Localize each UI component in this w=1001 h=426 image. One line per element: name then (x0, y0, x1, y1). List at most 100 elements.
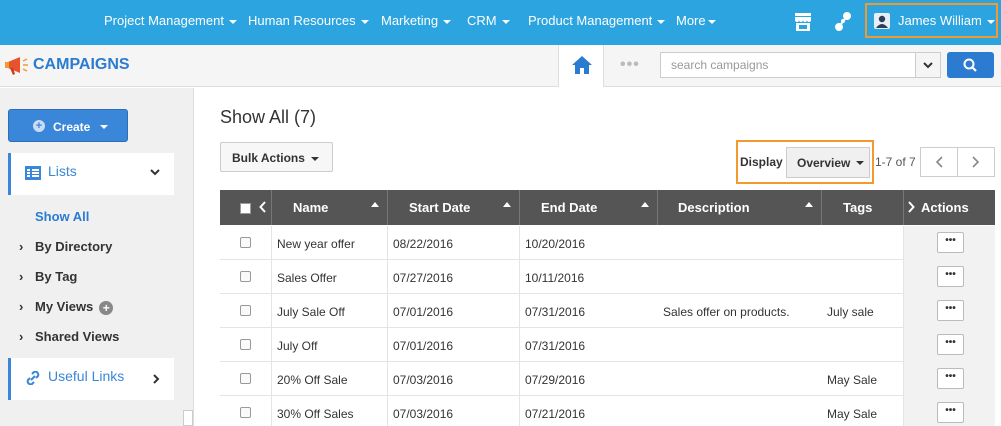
row-checkbox[interactable] (240, 407, 251, 418)
row-actions-button[interactable]: ••• (937, 334, 964, 355)
more-options-icon[interactable]: ••• (620, 56, 640, 74)
user-avatar-icon (874, 13, 890, 29)
row-checkbox[interactable] (240, 373, 251, 384)
column-header-label: Description (678, 200, 750, 215)
description-cell (658, 362, 822, 396)
select-all-column (220, 190, 272, 225)
nav-label: CRM (467, 13, 497, 28)
chevron-right-icon: › (19, 299, 24, 314)
table-row[interactable]: 20% Off Sale 07/03/2016 07/29/2016 May S… (220, 362, 995, 396)
row-select-cell (220, 328, 272, 362)
caret-down-icon (311, 157, 319, 161)
nav-item-project-management[interactable]: Project Management (104, 13, 237, 28)
cell-value: 07/01/2016 (393, 305, 454, 319)
search-input[interactable] (660, 52, 916, 78)
display-selector: Display Overview (736, 140, 874, 184)
cell-value: July Off (277, 339, 318, 353)
search-button[interactable] (947, 52, 994, 78)
column-header-name[interactable]: Name (272, 190, 388, 225)
pagination-info: 1-7 of 7 (875, 155, 916, 169)
row-checkbox[interactable] (240, 237, 251, 248)
table-row[interactable]: July Off 07/01/2016 07/31/2016 ••• (220, 328, 995, 362)
column-header-tags[interactable]: Tags (822, 190, 904, 225)
store-icon[interactable] (794, 12, 812, 32)
module-title: CAMPAIGNS (33, 56, 130, 73)
caret-down-icon (360, 19, 369, 24)
nav-item-marketing[interactable]: Marketing (381, 13, 452, 28)
name-cell: 30% Off Sales (272, 396, 388, 426)
start-date-cell: 08/22/2016 (388, 226, 520, 260)
table-row[interactable]: 30% Off Sales 07/03/2016 07/21/2016 May … (220, 396, 995, 426)
add-view-icon[interactable]: + (99, 300, 114, 315)
sort-icon (805, 202, 813, 207)
sidebar-item-by-tag[interactable]: › By Tag (19, 269, 77, 284)
create-label: Create (53, 120, 91, 134)
nav-label: Product Management (528, 13, 653, 28)
table-row[interactable]: July Sale Off 07/01/2016 07/31/2016 Sale… (220, 294, 995, 328)
cell-value: 07/29/2016 (525, 373, 586, 387)
cell-value: Sales offer on products. (663, 305, 790, 319)
row-actions-button[interactable]: ••• (937, 402, 964, 423)
bulk-actions-button[interactable]: Bulk Actions (220, 142, 333, 172)
next-page-button[interactable] (957, 147, 995, 177)
display-dropdown[interactable]: Overview (786, 147, 870, 178)
sidebar-item-my-views[interactable]: › My Views + (19, 299, 114, 315)
chevron-right-icon (908, 201, 915, 213)
column-header-label: End Date (541, 200, 598, 215)
description-cell: Sales offer on products. (658, 294, 822, 328)
search-icon (963, 58, 977, 72)
user-menu[interactable]: James William (865, 3, 998, 38)
collapse-left-icon[interactable] (259, 201, 266, 213)
column-header-description[interactable]: Description (658, 190, 822, 225)
row-actions-button[interactable]: ••• (937, 232, 964, 253)
apps-icon[interactable] (834, 11, 852, 33)
end-date-cell: 07/29/2016 (520, 362, 658, 396)
caret-down-icon (707, 19, 716, 24)
actions-cell: ••• (904, 362, 995, 396)
row-actions-button[interactable]: ••• (937, 368, 964, 389)
user-name-label: James William (898, 13, 982, 28)
column-header-actions[interactable]: Actions (904, 190, 995, 225)
sidebar-scrollbar[interactable] (183, 410, 193, 426)
row-actions-button[interactable]: ••• (937, 266, 964, 287)
search-dropdown-button[interactable] (915, 52, 941, 78)
useful-links-panel[interactable]: Useful Links (8, 358, 174, 400)
end-date-cell: 07/21/2016 (520, 396, 658, 426)
display-value: Overview (797, 156, 851, 170)
sidebar-item-shared-views[interactable]: › Shared Views (19, 329, 119, 344)
nav-label: More (676, 13, 706, 28)
row-checkbox[interactable] (240, 271, 251, 282)
sidebar-item-show-all[interactable]: Show All (35, 209, 89, 224)
lists-panel[interactable]: Lists (8, 153, 174, 195)
list-grid-icon (25, 166, 41, 180)
actions-cell: ••• (904, 396, 995, 426)
create-button[interactable]: + Create (8, 109, 128, 142)
sidebar-item-by-directory[interactable]: › By Directory (19, 239, 112, 254)
row-checkbox[interactable] (240, 305, 251, 316)
column-header-start-date[interactable]: Start Date (388, 190, 520, 225)
sort-icon (641, 202, 649, 207)
nav-item-product-management[interactable]: Product Management (528, 13, 666, 28)
row-actions-button[interactable]: ••• (937, 300, 964, 321)
row-select-cell (220, 226, 272, 260)
nav-label: Human Resources (248, 13, 356, 28)
nav-item-human-resources[interactable]: Human Resources (248, 13, 369, 28)
chevron-right-icon (972, 156, 980, 168)
home-button[interactable] (558, 45, 604, 87)
name-cell: July Off (272, 328, 388, 362)
tags-cell: July sale (822, 294, 904, 328)
table-row[interactable]: New year offer 08/22/2016 10/20/2016 ••• (220, 226, 995, 260)
start-date-cell: 07/01/2016 (388, 294, 520, 328)
caret-down-icon (856, 161, 864, 165)
row-checkbox[interactable] (240, 339, 251, 350)
caret-down-icon (657, 19, 666, 24)
prev-page-button[interactable] (920, 147, 958, 177)
caret-down-icon (986, 19, 995, 24)
description-cell (658, 260, 822, 294)
column-header-end-date[interactable]: End Date (520, 190, 658, 225)
nav-item-crm[interactable]: CRM (467, 13, 510, 28)
table-row[interactable]: Sales Offer 07/27/2016 10/11/2016 ••• (220, 260, 995, 294)
select-all-checkbox[interactable] (240, 203, 251, 214)
tags-cell: May Sale (822, 396, 904, 426)
nav-item-more[interactable]: More (676, 13, 716, 28)
